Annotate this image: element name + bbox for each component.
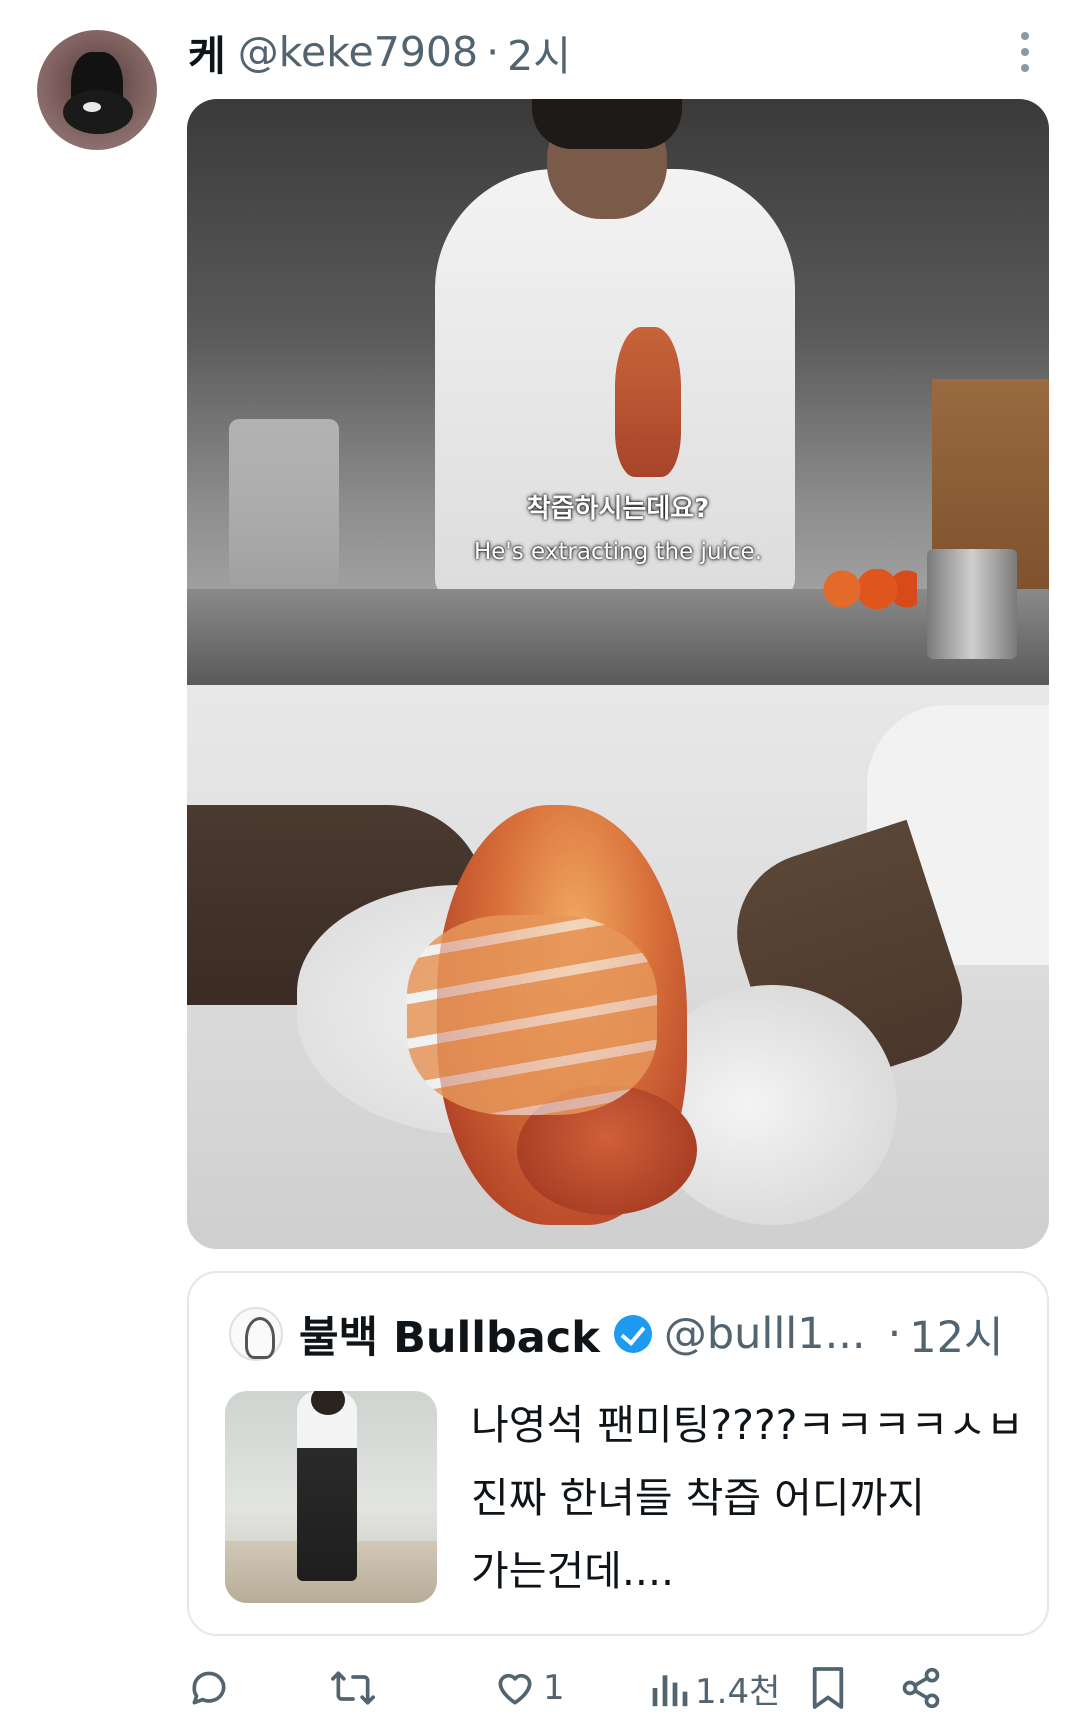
thumbnail-person (297, 1391, 357, 1581)
quoted-tweet-header: 불백 Bullback @bulll1... · 12시 (299, 1300, 1004, 1368)
bookmark-button[interactable] (809, 1658, 853, 1718)
quoted-timestamp[interactable]: 12시 (909, 1303, 1003, 1365)
tomatoes-shape (817, 569, 917, 609)
quoted-avatar[interactable] (229, 1307, 283, 1361)
subtitle-english: He's extracting the juice. (473, 539, 763, 565)
avatar-figure-base (63, 90, 133, 134)
tweet-action-bar: 1 1.4천 (187, 1658, 1049, 1718)
pot-shape (927, 549, 1017, 659)
kimchi-shape (615, 327, 681, 477)
reply-button[interactable] (187, 1658, 237, 1718)
quoted-user-handle[interactable]: @bulll1... (664, 1309, 866, 1359)
quoted-media-thumbnail[interactable] (225, 1391, 437, 1603)
verified-badge-icon (613, 1315, 652, 1353)
quoted-separator-dot: · (887, 1309, 902, 1359)
timestamp[interactable]: 2시 (507, 22, 571, 82)
quoted-tweet-text: 나영석 팬미팅????ㅋㅋㅋㅋㅅㅂ 진짜 한녀들 착즙 어디까지 가는건데...… (471, 1401, 1024, 1595)
views-count: 1.4천 (695, 1671, 781, 1712)
chef-hair (532, 99, 682, 149)
share-icon (902, 1667, 940, 1709)
like-button[interactable]: 1 (493, 1658, 565, 1718)
more-vertical-icon[interactable] (1010, 32, 1040, 72)
subtitle-korean: 착즙하시는데요? (526, 494, 710, 524)
heart-icon (498, 1673, 532, 1705)
display-name[interactable]: 케 (188, 22, 226, 82)
separator-dot: · (486, 28, 500, 76)
tweet-header: 케 @keke7908 · 2시 (188, 22, 571, 82)
avatar-highlight (83, 102, 101, 112)
views-chart-icon (652, 1675, 688, 1707)
media-panel-bottom (187, 685, 1049, 1249)
avatar[interactable] (37, 30, 157, 150)
user-handle[interactable]: @keke7908 (238, 28, 478, 76)
reply-icon (192, 1671, 226, 1705)
share-button[interactable] (899, 1658, 949, 1718)
counter-shape (187, 589, 1049, 685)
bookmark-icon (812, 1667, 844, 1709)
retweet-icon (331, 1671, 375, 1705)
retweet-button[interactable] (329, 1658, 383, 1718)
quoted-display-name[interactable]: 불백 Bullback (299, 1303, 600, 1365)
media-panel-top: 착즙하시는데요? He's extracting the juice. (187, 99, 1049, 685)
views-button[interactable]: 1.4천 (649, 1658, 780, 1718)
tweet-media-image[interactable]: 착즙하시는데요? He's extracting the juice. (187, 99, 1049, 1249)
quoted-tweet-card[interactable]: 불백 Bullback @bulll1... · 12시 나영석 팬미팅????… (187, 1271, 1049, 1636)
glove-fingers-shape (407, 915, 657, 1115)
like-count: 1 (543, 1668, 565, 1708)
